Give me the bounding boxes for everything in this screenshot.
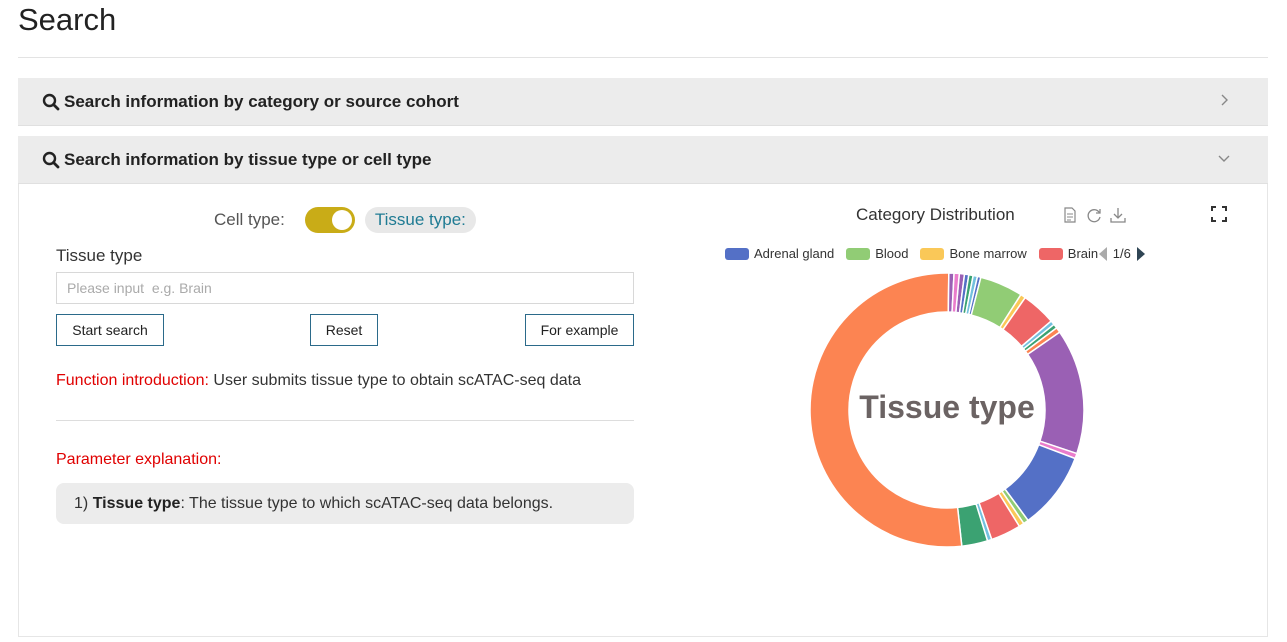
function-introduction: Function introduction: User submits tiss… bbox=[56, 372, 581, 390]
panel-category-title: Search information by category or source… bbox=[64, 91, 459, 111]
intro-label: Function introduction: bbox=[56, 372, 209, 389]
legend-prev-icon[interactable] bbox=[1098, 246, 1107, 261]
legend-swatch bbox=[1038, 247, 1063, 260]
title-divider bbox=[18, 57, 1268, 58]
legend-item-blood[interactable]: Blood bbox=[846, 246, 908, 261]
legend-label: Bone marrow bbox=[949, 246, 1027, 261]
intro-text: User submits tissue type to obtain scATA… bbox=[208, 372, 581, 389]
legend-label: Adrenal gland bbox=[754, 246, 835, 261]
param-number: 1) bbox=[74, 494, 89, 512]
donut-center-label: Tissue type bbox=[859, 389, 1035, 425]
refresh-icon[interactable] bbox=[1085, 206, 1103, 224]
parameter-explanation-title: Parameter explanation: bbox=[56, 451, 222, 468]
chart-toolbox bbox=[1061, 206, 1127, 224]
search-icon bbox=[42, 151, 60, 168]
chart-legend: Adrenal gland Blood Bone marrow Brain 1/… bbox=[725, 246, 1145, 261]
legend-pager: 1/6 bbox=[1098, 246, 1145, 261]
fullscreen-icon[interactable] bbox=[1211, 206, 1227, 222]
search-icon bbox=[42, 93, 60, 110]
panel-tissue-header[interactable]: Search information by tissue type or cel… bbox=[18, 136, 1268, 184]
legend-page: 1/6 bbox=[1112, 246, 1131, 261]
legend-label: Blood bbox=[875, 246, 909, 261]
panel-tissue-title: Search information by tissue type or cel… bbox=[64, 149, 432, 169]
type-toggle-row: Cell type: Tissue type: bbox=[214, 204, 476, 236]
page-title: Search bbox=[18, 2, 117, 37]
legend-next-icon[interactable] bbox=[1136, 246, 1145, 261]
tissue-type-label[interactable]: Tissue type: bbox=[364, 207, 476, 233]
legend-swatch bbox=[846, 247, 871, 260]
tissue-type-input[interactable] bbox=[56, 272, 634, 304]
param-desc: : The tissue type to which scATAC-seq da… bbox=[180, 494, 554, 512]
panel-category-header[interactable]: Search information by category or source… bbox=[18, 78, 1268, 126]
cell-type-label[interactable]: Cell type: bbox=[214, 210, 285, 230]
legend-label: Brain bbox=[1067, 246, 1099, 261]
parameter-item: 1) Tissue type: The tissue type to which… bbox=[56, 483, 634, 524]
start-search-button[interactable]: Start search bbox=[56, 314, 164, 346]
legend-item-brain[interactable]: Brain bbox=[1038, 246, 1099, 261]
download-icon[interactable] bbox=[1109, 206, 1127, 224]
chevron-down-icon[interactable] bbox=[1216, 150, 1232, 166]
chevron-right-icon[interactable] bbox=[1216, 92, 1232, 108]
type-switch[interactable] bbox=[304, 207, 355, 233]
reset-button[interactable]: Reset bbox=[310, 314, 378, 346]
data-view-icon[interactable] bbox=[1061, 206, 1079, 224]
for-example-button[interactable]: For example bbox=[525, 314, 634, 346]
switch-knob bbox=[331, 210, 352, 230]
tissue-type-field-label: Tissue type bbox=[56, 246, 143, 265]
panel-tissue-body: Cell type: Tissue type: Tissue type Star… bbox=[18, 184, 1268, 637]
legend-item-adrenal-gland[interactable]: Adrenal gland bbox=[725, 246, 834, 261]
chart-title: Category Distribution bbox=[856, 205, 1015, 224]
legend-item-bone-marrow[interactable]: Bone marrow bbox=[920, 246, 1027, 261]
param-name: Tissue type bbox=[92, 494, 181, 512]
legend-swatch bbox=[725, 247, 749, 260]
legend-swatch bbox=[920, 247, 945, 260]
section-divider bbox=[56, 420, 634, 421]
